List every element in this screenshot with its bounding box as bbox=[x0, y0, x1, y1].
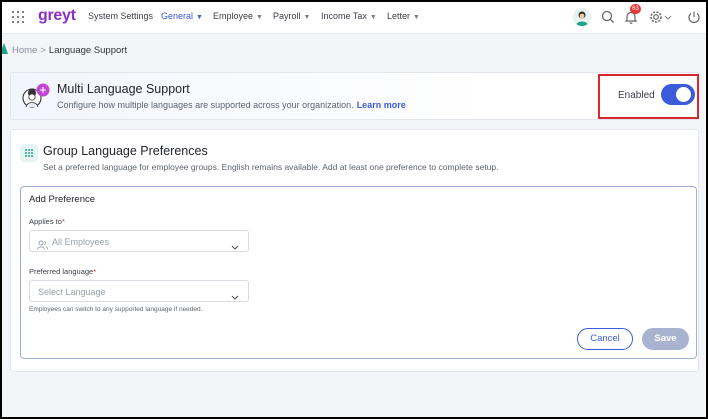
multi-language-card: Multi Language Support Configure how mul… bbox=[10, 72, 699, 120]
preferred-language-label: Preferred language* bbox=[29, 267, 96, 276]
chevron-down-icon[interactable] bbox=[663, 9, 673, 25]
search-icon[interactable] bbox=[600, 9, 616, 25]
gear-icon[interactable] bbox=[648, 9, 664, 25]
applies-to-select[interactable]: All Employees bbox=[29, 230, 249, 252]
breadcrumb: Home > Language Support bbox=[12, 45, 127, 56]
greytip-logo[interactable]: greyt bbox=[38, 7, 76, 25]
nav-general[interactable]: General ▼ bbox=[161, 11, 203, 21]
learn-more-link[interactable]: Learn more bbox=[357, 100, 406, 110]
user-avatar[interactable] bbox=[573, 8, 591, 26]
breadcrumb-separator: > bbox=[40, 45, 46, 56]
chevron-down-icon: ▼ bbox=[303, 14, 311, 21]
chevron-down-icon: ▼ bbox=[413, 14, 420, 21]
applies-to-label: Applies to* bbox=[29, 217, 65, 226]
nav-label: Employee bbox=[213, 11, 254, 21]
save-button[interactable]: Save bbox=[642, 328, 689, 350]
description-text: Configure how multiple languages are sup… bbox=[57, 100, 354, 110]
applies-to-value: All Employees bbox=[52, 237, 110, 247]
language-illustration-icon bbox=[21, 81, 51, 111]
group-preferences-title: Group Language Preferences bbox=[43, 144, 208, 158]
breadcrumb-current: Language Support bbox=[48, 45, 128, 56]
preferred-language-placeholder: Select Language bbox=[38, 287, 106, 297]
group-preferences-description: Set a preferred language for employee gr… bbox=[43, 162, 499, 172]
chevron-down-icon: ▼ bbox=[256, 14, 263, 21]
nav-income-tax[interactable]: Income Tax ▼ bbox=[321, 11, 377, 21]
chevron-down-icon bbox=[231, 288, 239, 300]
grid-dots-icon bbox=[20, 144, 38, 162]
notification-badge: 63 bbox=[630, 4, 641, 14]
nav-system-settings[interactable]: System Settings bbox=[88, 11, 153, 21]
top-navbar: greyt System Settings General ▼ Employee ▼… bbox=[2, 2, 706, 34]
chevron-down-icon: ▼ bbox=[196, 14, 203, 21]
label-text: Applies to bbox=[29, 217, 62, 226]
nav-label: Income Tax bbox=[321, 11, 367, 21]
nav-label: Payroll bbox=[273, 11, 301, 21]
required-asterisk: * bbox=[93, 267, 97, 276]
add-preference-title: Add Preference bbox=[29, 194, 96, 205]
power-icon[interactable] bbox=[686, 9, 702, 25]
breadcrumb-home[interactable]: Home bbox=[12, 45, 37, 56]
multi-language-title: Multi Language Support bbox=[57, 82, 190, 96]
nav-label: General bbox=[161, 11, 194, 21]
cancel-button[interactable]: Cancel bbox=[577, 328, 633, 350]
multi-language-toggle[interactable] bbox=[661, 84, 695, 105]
enabled-status-label: Enabled bbox=[618, 90, 655, 101]
app-window: greyt System Settings General ▼ Employee ▼… bbox=[2, 2, 706, 417]
multi-language-description: Configure how multiple languages are sup… bbox=[57, 100, 406, 110]
users-icon bbox=[37, 237, 48, 250]
nav-letter[interactable]: Letter ▼ bbox=[387, 11, 420, 21]
chevron-down-icon bbox=[231, 238, 239, 250]
apps-grid-icon[interactable] bbox=[12, 11, 24, 23]
side-marker bbox=[2, 43, 8, 54]
nav-payroll[interactable]: Payroll ▼ bbox=[273, 11, 310, 21]
label-text: Preferred language bbox=[29, 267, 94, 276]
chevron-down-icon: ▼ bbox=[369, 14, 377, 21]
nav-label: Letter bbox=[387, 11, 411, 21]
group-preferences-card: Group Language Preferences Set a preferr… bbox=[10, 129, 699, 372]
toggle-knob bbox=[676, 87, 691, 102]
language-hint-text: Employees can switch to any supported la… bbox=[29, 306, 203, 313]
nav-label: System Settings bbox=[88, 11, 154, 21]
add-preference-panel: Add Preference Applies to* All Employees… bbox=[20, 186, 697, 359]
required-asterisk: * bbox=[61, 217, 65, 226]
nav-employee[interactable]: Employee ▼ bbox=[213, 11, 263, 21]
preferred-language-select[interactable]: Select Language bbox=[29, 280, 249, 302]
